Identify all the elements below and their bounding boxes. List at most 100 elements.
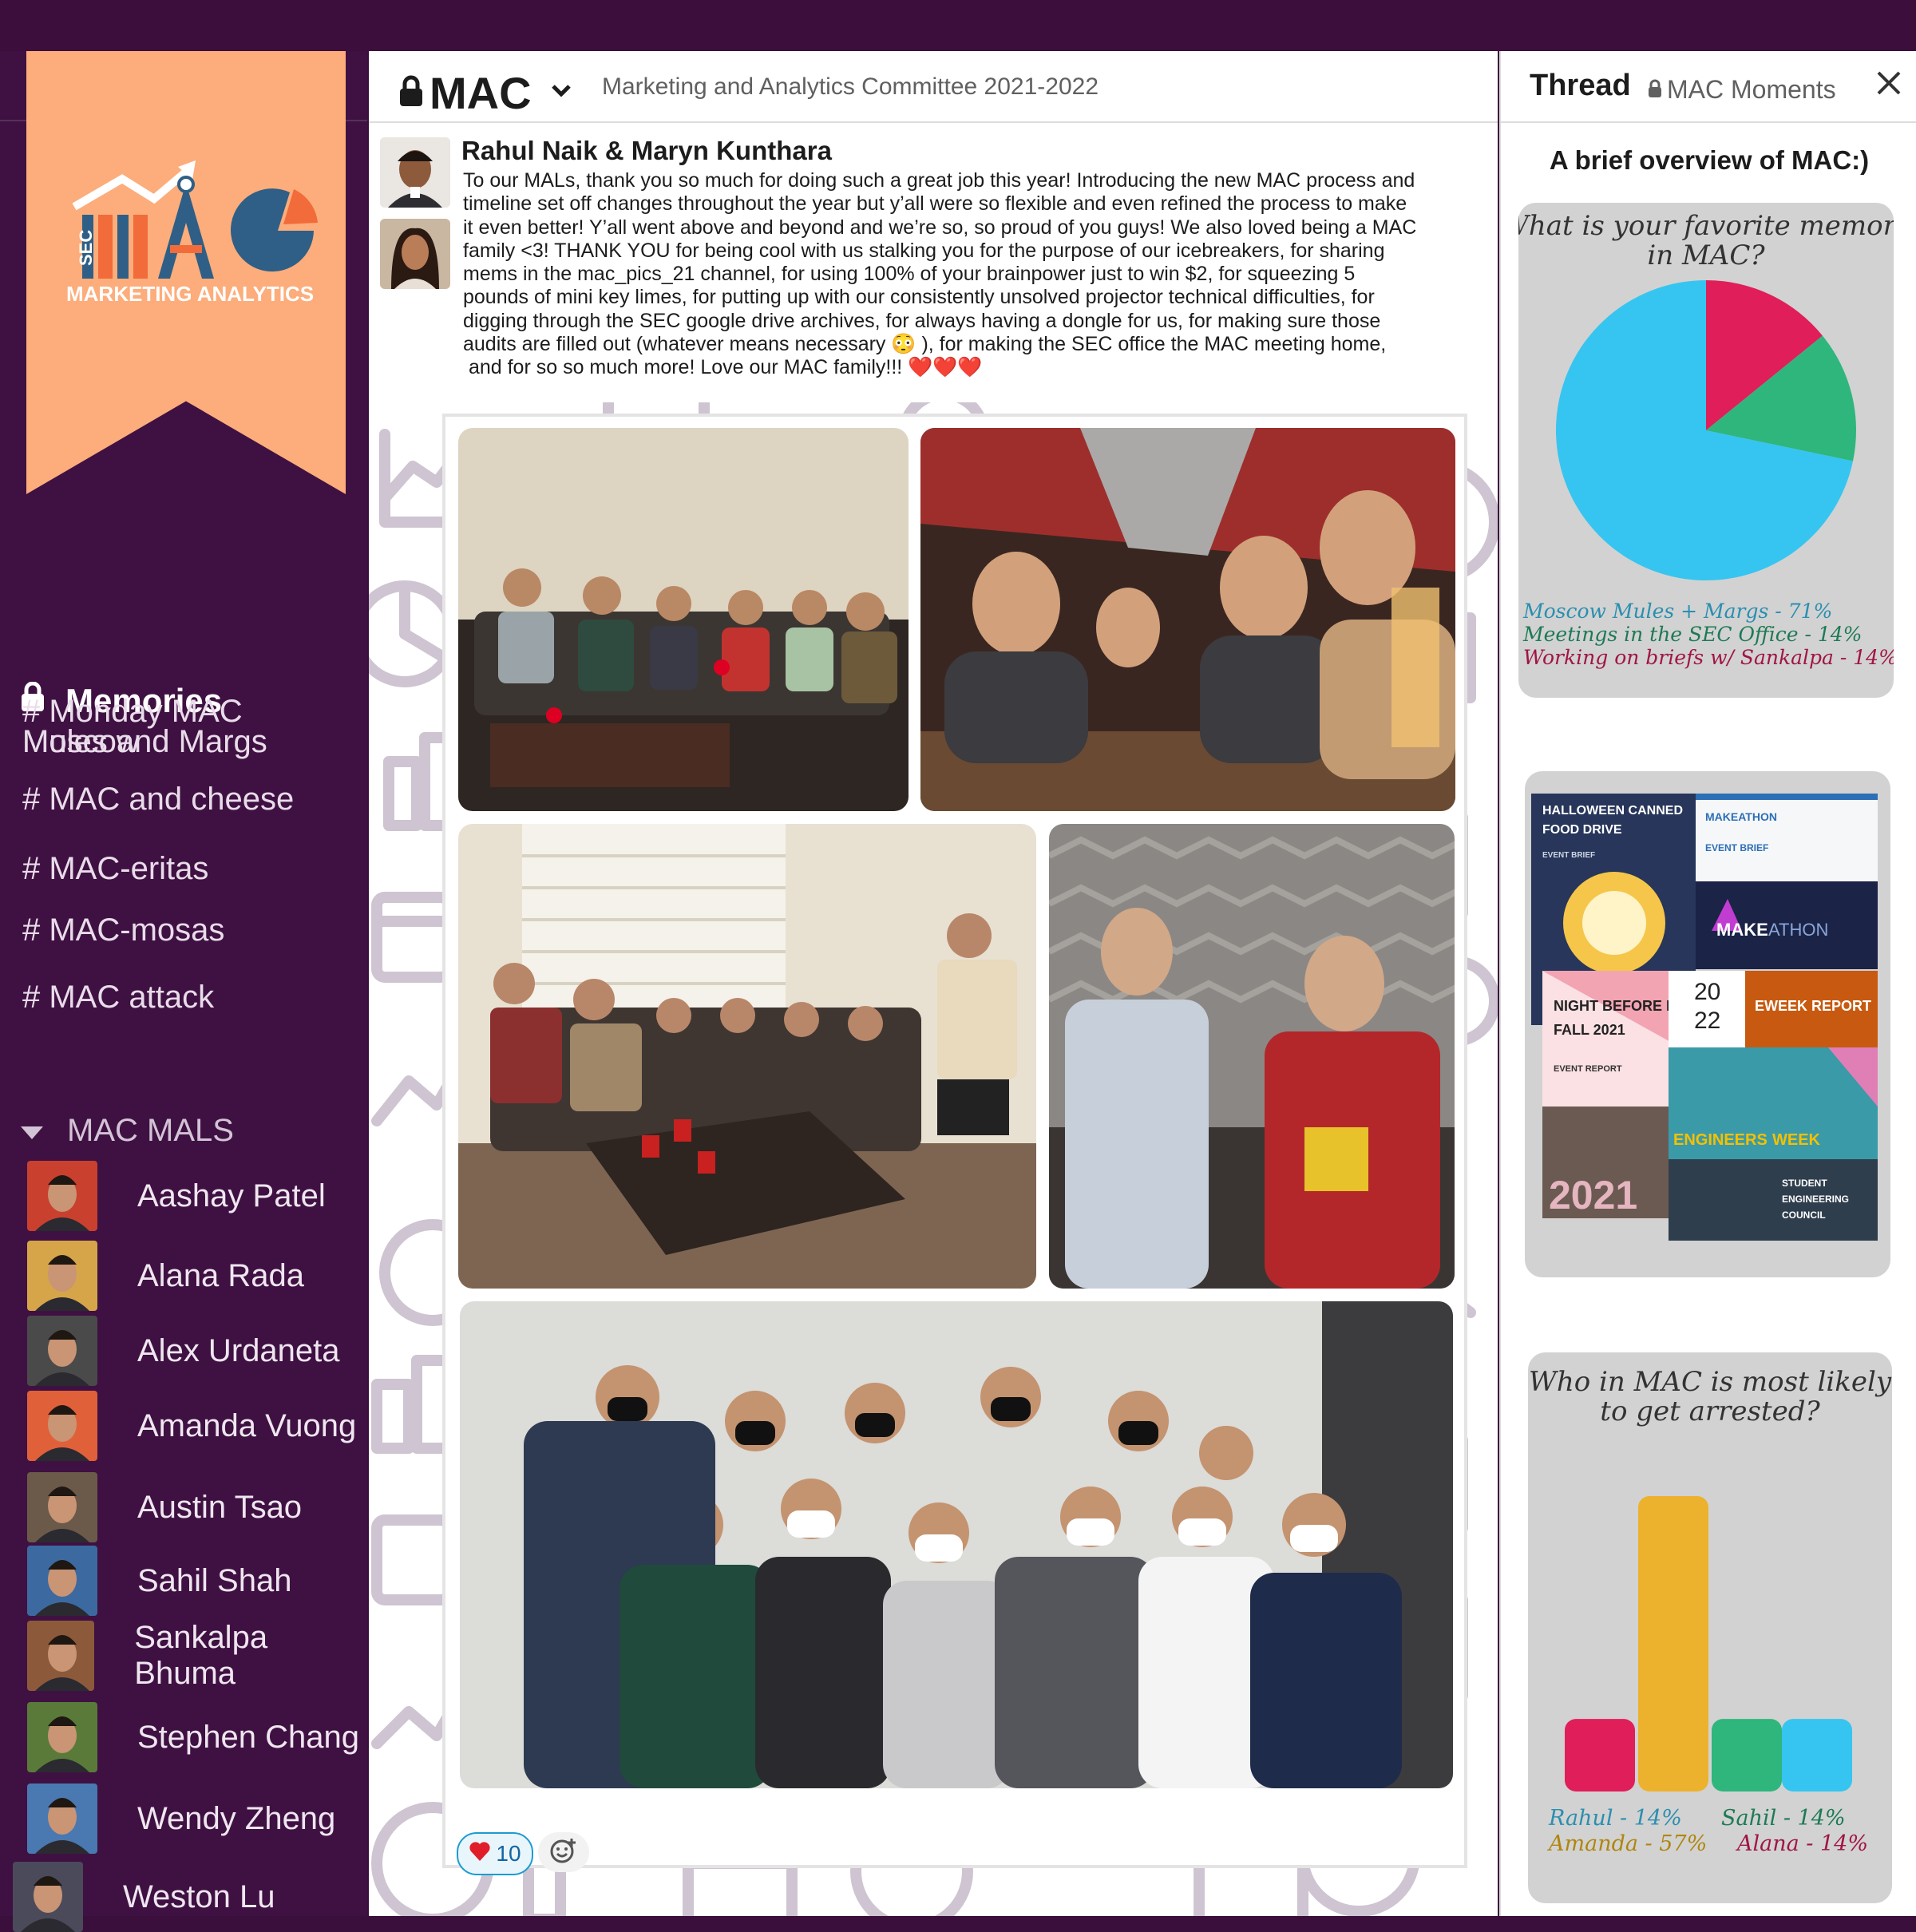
- caret-down-icon: [21, 1113, 43, 1149]
- mals-section-header[interactable]: MAC MALS: [21, 1113, 234, 1149]
- logo-small-text: SEC: [76, 230, 96, 266]
- heart-icon: [469, 1841, 491, 1867]
- channel-header: MAC Marketing and Analytics Committee 20…: [369, 51, 1498, 123]
- message-line: pounds of mini key limes, for putting up…: [463, 286, 1375, 309]
- brief-makeathon-title: MAKEATHON: [1705, 810, 1777, 823]
- photo-restaurant-selfie[interactable]: [920, 428, 1455, 811]
- message-line: digging through the SEC google drive arc…: [463, 309, 1381, 332]
- brief-council-3: COUNCIL: [1782, 1209, 1826, 1221]
- member-aashay-patel[interactable]: Aashay Patel: [27, 1161, 326, 1231]
- brief-eweek-logo: ENGINEERS: [1673, 1131, 1768, 1149]
- member-wendy-zheng[interactable]: Wendy Zheng: [27, 1784, 335, 1854]
- member-alex-urdaneta[interactable]: Alex Urdaneta: [27, 1316, 339, 1386]
- brief-eweek-year-2: 22: [1694, 1008, 1720, 1034]
- channel-title-button[interactable]: MAC: [399, 67, 572, 119]
- brief-nbe-label: EVENT REPORT: [1554, 1064, 1622, 1074]
- top-bar: [0, 0, 1916, 51]
- bar-alana: [1565, 1719, 1635, 1791]
- avatar: [13, 1862, 83, 1932]
- avatar: [27, 1702, 97, 1772]
- brief-halloween-title: HALLOWEEN CANNED: [1542, 804, 1683, 818]
- lock-icon: [399, 75, 423, 111]
- chart-title: Who in MAC is most likely: [1529, 1366, 1892, 1398]
- channel-description: Marketing and Analytics Committee 2021-2…: [602, 73, 1099, 100]
- brief-eweek-title: EWEEK REPORT: [1755, 998, 1871, 1014]
- brief-makeathon-logo: MAKE: [1716, 920, 1768, 940]
- photo-collage[interactable]: [442, 414, 1467, 1868]
- reaction-count: 10: [496, 1841, 521, 1866]
- brief-nbe-title-2: FALL 2021: [1554, 1022, 1625, 1038]
- photo-masked-group[interactable]: [460, 1301, 1453, 1788]
- brief-nbe-year: 2021: [1549, 1173, 1637, 1217]
- member-name: Sahil Shah: [137, 1562, 292, 1598]
- channel-mac-and-cheese[interactable]: # MAC and cheese: [22, 783, 294, 815]
- bar-legend-item: Sahil - 14%: [1721, 1806, 1846, 1831]
- member-weston-lu[interactable]: Weston Lu: [13, 1862, 275, 1932]
- brief-halloween-title-2: FOOD DRIVE: [1542, 823, 1622, 837]
- main-pane: MAC Marketing and Analytics Committee 20…: [369, 51, 1498, 1916]
- avatar: [27, 1241, 97, 1311]
- message-line: family <3! THANK YOU for being cool with…: [463, 239, 1385, 262]
- member-alana-rada[interactable]: Alana Rada: [27, 1241, 304, 1311]
- avatar-maryn[interactable]: [380, 219, 450, 289]
- member-sahil-shah[interactable]: Sahil Shah: [27, 1546, 291, 1616]
- chart-title: in MAC?: [1647, 240, 1765, 271]
- bar-chart-card: Who in MAC is most likely to get arrested…: [1528, 1352, 1892, 1903]
- member-name: Wendy Zheng: [137, 1800, 336, 1836]
- add-reaction-button[interactable]: [538, 1832, 589, 1872]
- channel-monday-mac-moscow-mules-cont[interactable]: Mules and Margs: [22, 726, 267, 758]
- pie-legend-item: Working on briefs w/ Sankalpa - 14%: [1523, 646, 1894, 669]
- brief-eweek-logo-2: WEEK: [1772, 1131, 1821, 1149]
- close-icon[interactable]: [1876, 70, 1902, 100]
- brief-eweek-year-1: 20: [1694, 979, 1720, 1005]
- thread-channel-name: MAC Moments: [1667, 75, 1836, 104]
- member-name: Alex Urdaneta: [137, 1332, 340, 1368]
- photo-group-couch[interactable]: [458, 428, 909, 811]
- sidebar: SEC MARKETING ANALYTICS Memories # Monda…: [0, 51, 367, 1932]
- chart-title: What is your favorite memory: [1518, 210, 1894, 242]
- message-author[interactable]: Rahul Naik & Maryn Kunthara: [461, 136, 832, 166]
- lock-icon: [1648, 75, 1662, 105]
- thread-channel-link[interactable]: MAC Moments: [1648, 75, 1836, 105]
- add-emoji-icon: [549, 1836, 578, 1869]
- photo-living-room-group[interactable]: [458, 824, 1036, 1289]
- pie-legend-item: Meetings in the SEC Office - 14%: [1522, 623, 1862, 646]
- member-amanda-vuong[interactable]: Amanda Vuong: [27, 1391, 356, 1461]
- message-line: timeline set off changes throughout the …: [463, 192, 1407, 216]
- heart-reaction-button[interactable]: 10: [457, 1832, 533, 1875]
- avatar: [27, 1621, 95, 1691]
- pie-legend-item: Moscow Mules + Margs - 71%: [1522, 600, 1832, 623]
- member-stephen-chang[interactable]: Stephen Chang: [27, 1702, 359, 1772]
- member-sankalpa-bhuma[interactable]: Sankalpa Bhuma: [27, 1620, 367, 1691]
- brief-council-1: STUDENT: [1782, 1178, 1827, 1189]
- avatar: [27, 1391, 97, 1461]
- thread-panel: Thread MAC Moments A brief overview of M…: [1499, 51, 1916, 1916]
- member-austin-tsao[interactable]: Austin Tsao: [27, 1472, 302, 1542]
- message-line: mems in the mac_pics_21 channel, for usi…: [463, 263, 1356, 286]
- pie-chart: What is your favorite memoryin MAC? Mosco…: [1501, 210, 1912, 669]
- mac-logo: SEC MARKETING ANALYTICS: [66, 160, 318, 303]
- bar-sahil: [1782, 1719, 1852, 1791]
- briefs-collage-card[interactable]: HALLOWEEN CANNED FOOD DRIVE EVENT BRIEF …: [1525, 771, 1890, 1277]
- message-line: and for so so much more! Love our MAC fa…: [463, 356, 983, 379]
- message-line: it even better! Y’all went above and bey…: [463, 216, 1417, 239]
- avatar: [27, 1784, 97, 1854]
- thread-header: Thread MAC Moments: [1501, 51, 1916, 123]
- brief-makeathon-label: EVENT BRIEF: [1705, 842, 1768, 853]
- channel-mac-eritas[interactable]: # MAC-eritas: [22, 853, 208, 885]
- thread-title: Thread: [1530, 69, 1631, 102]
- member-name: Aashay Patel: [137, 1178, 326, 1213]
- photo-thinking-pose[interactable]: [1049, 824, 1455, 1289]
- channel-title: MAC: [430, 68, 532, 118]
- bar-legend-item: Rahul - 14%: [1548, 1806, 1682, 1831]
- message-line: audits are filled out (whatever means ne…: [463, 333, 1387, 356]
- pie-chart-card: What is your favorite memory in MAC? Mosco…: [1501, 203, 1912, 698]
- avatar: [27, 1161, 97, 1231]
- channel-mac-mosas[interactable]: # MAC-mosas: [22, 914, 224, 946]
- chevron-down-icon: [551, 84, 572, 102]
- member-name: Stephen Chang: [137, 1719, 360, 1755]
- overview-title: A brief overview of MAC:): [1549, 145, 1870, 175]
- avatar-rahul[interactable]: [380, 137, 450, 208]
- brief-halloween-label: EVENT BRIEF: [1542, 851, 1595, 860]
- channel-mac-attack[interactable]: # MAC attack: [22, 981, 214, 1013]
